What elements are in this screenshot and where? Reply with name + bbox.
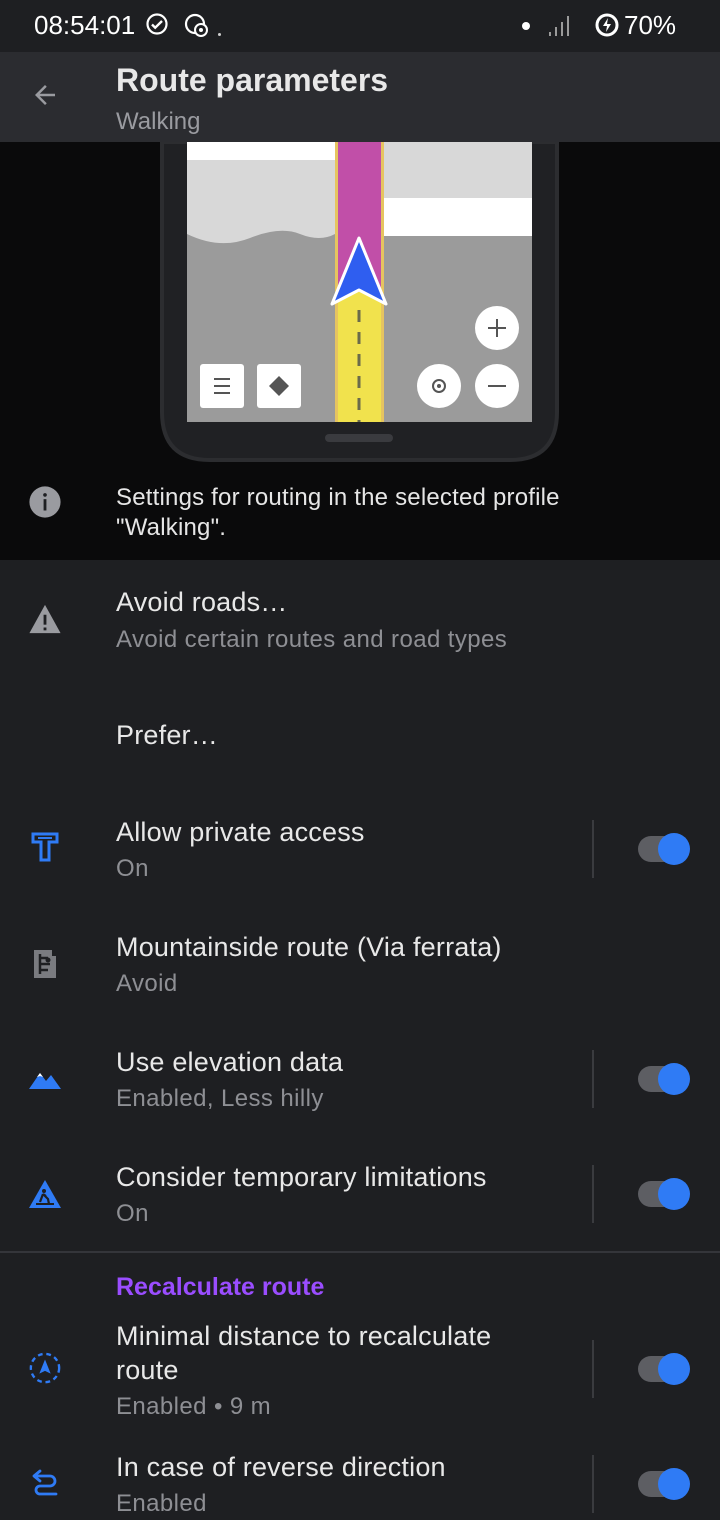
divider: [592, 1340, 594, 1398]
toggle-thumb: [658, 1353, 690, 1385]
use-elevation-data-toggle[interactable]: [638, 1063, 690, 1095]
reverse-direction-item[interactable]: In case of reverse direction Enabled: [0, 1435, 720, 1520]
minimal-distance-title-line2: route: [116, 1355, 179, 1385]
info-icon: [28, 485, 62, 524]
temporary-limitations-toggle[interactable]: [638, 1178, 690, 1210]
temporary-limitations-title: Consider temporary limitations: [116, 1162, 487, 1192]
via-ferrata-subtitle: Avoid: [116, 970, 178, 997]
via-ferrata-icon: [28, 947, 62, 981]
toggle-thumb: [658, 833, 690, 865]
page-title: Route parameters: [116, 62, 389, 98]
allow-private-access-toggle[interactable]: [638, 833, 690, 865]
check-circle-icon: [145, 12, 169, 41]
status-dot-small: [218, 33, 221, 36]
minimal-distance-item[interactable]: Minimal distance to recalculate route En…: [0, 1315, 720, 1425]
arrow-left-icon: [30, 80, 60, 115]
status-bar: 08:54:01 70%: [0, 0, 720, 52]
temporary-limitations-subtitle: On: [116, 1200, 149, 1227]
phone-map-illustration: [160, 140, 559, 462]
temporary-limitations-item[interactable]: Consider temporary limitations On: [0, 1145, 720, 1245]
minimal-distance-subtitle: Enabled • 9 m: [116, 1393, 272, 1420]
divider: [592, 1455, 594, 1513]
warning-icon: [28, 602, 62, 636]
divider: [592, 1165, 594, 1223]
status-time: 08:54:01: [34, 10, 136, 40]
toggle-thumb: [658, 1063, 690, 1095]
prefer-title: Prefer…: [116, 720, 218, 750]
use-elevation-data-subtitle: Enabled, Less hilly: [116, 1085, 324, 1112]
private-access-icon: [28, 830, 62, 864]
app-bar: Route parameters Walking: [0, 52, 720, 142]
app-notification-icon: [184, 12, 210, 43]
battery-saver-icon: [594, 12, 620, 43]
notification-dot-icon: [522, 22, 530, 30]
signal-icon: [546, 14, 572, 43]
minimal-distance-title-line1: Minimal distance to recalculate: [116, 1321, 492, 1351]
battery-level: 70%: [624, 10, 677, 40]
avoid-roads-title: Avoid roads…: [116, 587, 288, 617]
road-works-icon: [28, 1177, 62, 1211]
avoid-roads-item[interactable]: Avoid roads… Avoid certain routes and ro…: [0, 562, 720, 672]
reverse-direction-toggle[interactable]: [638, 1468, 690, 1500]
reverse-direction-title: In case of reverse direction: [116, 1452, 446, 1482]
mountain-icon: [28, 1062, 62, 1096]
allow-private-access-subtitle: On: [116, 855, 149, 882]
via-ferrata-item[interactable]: Mountainside route (Via ferrata) Avoid: [0, 915, 720, 1015]
reverse-direction-icon: [28, 1465, 62, 1499]
allow-private-access-item[interactable]: Allow private access On: [0, 800, 720, 900]
info-text: Settings for routing in the selected pro…: [116, 484, 560, 541]
minimal-distance-toggle[interactable]: [638, 1353, 690, 1385]
reverse-direction-subtitle: Enabled: [116, 1490, 207, 1517]
via-ferrata-title: Mountainside route (Via ferrata): [116, 932, 502, 962]
recalculate-route-header: Recalculate route: [116, 1273, 325, 1301]
avoid-roads-subtitle: Avoid certain routes and road types: [116, 626, 508, 653]
toggle-thumb: [658, 1178, 690, 1210]
allow-private-access-title: Allow private access: [116, 817, 365, 847]
section-divider: [0, 1251, 720, 1253]
use-elevation-data-item[interactable]: Use elevation data Enabled, Less hilly: [0, 1030, 720, 1130]
back-button[interactable]: [22, 74, 68, 120]
page-subtitle: Walking: [116, 108, 201, 135]
recalculate-distance-icon: [28, 1351, 62, 1385]
toggle-thumb: [658, 1468, 690, 1500]
divider: [592, 820, 594, 878]
use-elevation-data-title: Use elevation data: [116, 1047, 344, 1077]
divider: [592, 1050, 594, 1108]
prefer-item[interactable]: Prefer…: [0, 690, 720, 780]
